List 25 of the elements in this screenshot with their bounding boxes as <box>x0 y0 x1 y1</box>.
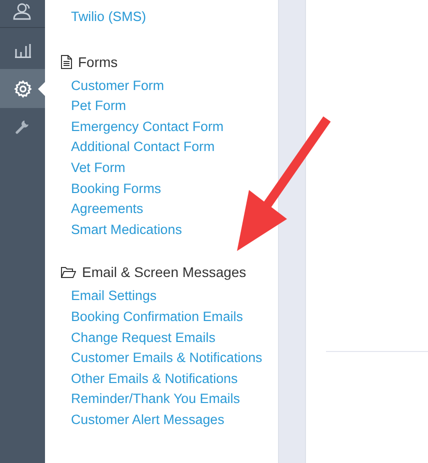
settings-icon <box>14 80 32 98</box>
menu-link[interactable]: Additional Contact Form <box>71 137 215 158</box>
wrench-icon <box>14 118 30 134</box>
menu-link[interactable]: Pet Form <box>71 96 126 117</box>
menu-link[interactable]: Smart Medications <box>71 220 182 240</box>
menu-link[interactable]: Emergency Contact Form <box>71 116 224 138</box>
bar-chart-icon <box>14 44 30 58</box>
section-heading: Email & Screen Messages <box>82 263 246 282</box>
menu-link[interactable]: Customer Form <box>71 76 164 96</box>
menu-link[interactable]: Booking Confirmation Emails <box>71 306 243 328</box>
folder-icon <box>61 266 76 278</box>
menu-link[interactable]: Other Emails & Notifications <box>71 368 238 390</box>
menu-link[interactable]: Customer Alert Messages <box>71 410 224 430</box>
document-icon <box>61 54 72 69</box>
menu-link[interactable]: Booking Forms <box>71 178 162 200</box>
menu-link[interactable]: Customer Emails & Notifications <box>71 348 262 369</box>
users-icon <box>12 2 32 20</box>
section-heading: Forms <box>78 52 118 72</box>
menu-link[interactable]: Twilio (SMS) <box>71 7 146 28</box>
menu-link[interactable]: Email Settings <box>71 286 157 307</box>
menu-link[interactable]: Change Request Emails <box>71 328 216 348</box>
nav-rail-item[interactable] <box>0 69 45 108</box>
menu-link[interactable]: Vet Form <box>71 158 126 179</box>
menu-link[interactable]: Agreements <box>71 199 144 220</box>
menu-link[interactable]: Reminder/Thank You Emails <box>71 389 240 410</box>
